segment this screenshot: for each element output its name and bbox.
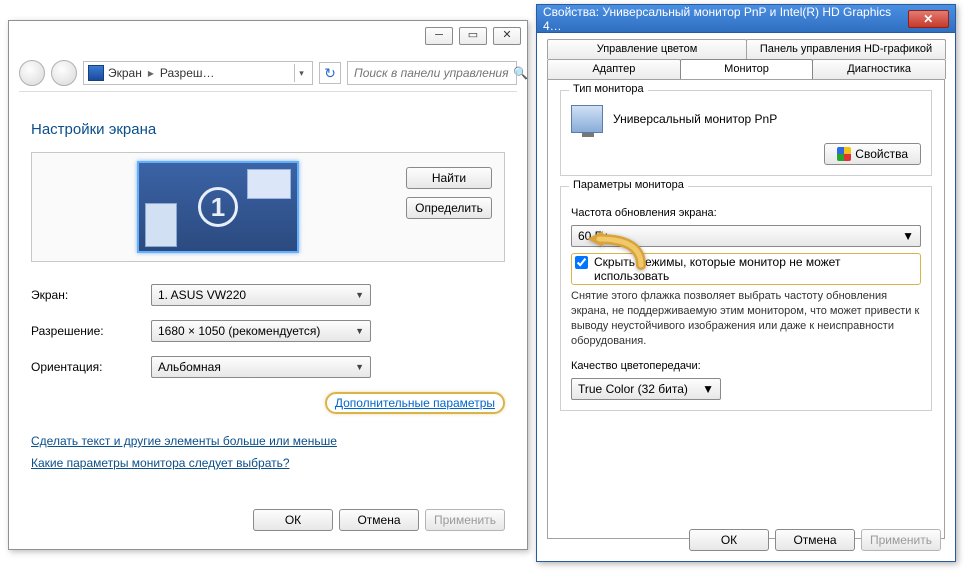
apply-button[interactable]: Применить: [861, 529, 941, 551]
preview-window-2: [145, 203, 177, 247]
window-title: Свойства: Универсальный монитор PnP и In…: [543, 5, 908, 33]
monitor-params-legend: Параметры монитора: [569, 179, 688, 191]
chevron-down-icon: ▼: [702, 382, 714, 396]
which-params-link[interactable]: Какие параметры монитора следует выбрать…: [31, 456, 290, 470]
color-quality-dropdown[interactable]: True Color (32 бита) ▼: [571, 378, 721, 400]
maximize-button[interactable]: ▭: [459, 27, 487, 45]
shield-icon: [837, 147, 851, 161]
address-bar: Экран ▸ Разреш… ▾ ↻ 🔍: [19, 59, 517, 87]
search-input[interactable]: [352, 65, 513, 81]
minimize-button[interactable]: ─: [425, 27, 453, 45]
chevron-down-icon: ▼: [355, 290, 364, 300]
dialog-buttons: ОК Отмена Применить: [253, 509, 505, 531]
close-button[interactable]: ✕: [493, 27, 521, 45]
monitor-name: Универсальный монитор PnP: [613, 112, 777, 126]
display-settings-window: ─ ▭ ✕ Экран ▸ Разреш… ▾ ↻ 🔍 Настройки эк…: [8, 20, 528, 550]
find-button[interactable]: Найти: [406, 167, 492, 189]
monitor-preview-zone: 1 Найти Определить: [31, 152, 505, 262]
nav-back-button[interactable]: [19, 60, 45, 86]
chevron-down-icon: ▼: [355, 326, 364, 336]
display-value: 1. ASUS VW220: [158, 288, 246, 302]
properties-button[interactable]: Свойства: [824, 143, 921, 165]
tab-color-management[interactable]: Управление цветом: [547, 39, 747, 59]
search-icon[interactable]: 🔍: [513, 66, 527, 80]
page-title: Настройки экрана: [31, 121, 505, 138]
text-size-link[interactable]: Сделать текст и другие элементы больше и…: [31, 434, 337, 448]
orientation-label: Ориентация:: [31, 360, 151, 374]
display-dropdown[interactable]: 1. ASUS VW220 ▼: [151, 284, 371, 306]
tab-intel-hd-panel[interactable]: Панель управления HD-графикой Intel(R): [746, 39, 946, 59]
monitor-icon: [571, 105, 603, 133]
ok-button[interactable]: ОК: [253, 509, 333, 531]
monitor-params-group: Параметры монитора Частота обновления эк…: [560, 186, 932, 411]
preview-window-1: [247, 169, 291, 199]
resolution-dropdown[interactable]: 1680 × 1050 (рекомендуется) ▼: [151, 320, 371, 342]
ok-button[interactable]: ОК: [689, 529, 769, 551]
tab-row-1: Управление цветом Панель управления HD-г…: [537, 33, 955, 79]
divider: [19, 91, 517, 92]
title-bar: Свойства: Универсальный монитор PnP и In…: [537, 5, 955, 33]
advanced-settings-link[interactable]: Дополнительные параметры: [325, 392, 505, 414]
dialog-buttons: ОК Отмена Применить: [689, 529, 941, 551]
hide-modes-row: Скрыть режимы, которые монитор не может …: [571, 253, 921, 285]
orientation-dropdown[interactable]: Альбомная ▼: [151, 356, 371, 378]
search-box: 🔍: [347, 61, 517, 85]
monitor-tab-panel: Тип монитора Универсальный монитор PnP С…: [547, 79, 945, 539]
monitor-number: 1: [198, 187, 238, 227]
properties-label: Свойства: [855, 147, 908, 161]
orientation-value: Альбомная: [158, 360, 221, 374]
display-label: Экран:: [31, 288, 151, 302]
hide-modes-explain: Снятие этого флажка позволяет выбрать ча…: [571, 289, 921, 348]
detect-button[interactable]: Определить: [406, 197, 492, 219]
resolution-label: Разрешение:: [31, 324, 151, 338]
monitor-preview[interactable]: 1: [137, 161, 299, 253]
apply-button[interactable]: Применить: [425, 509, 505, 531]
chevron-down-icon: ▼: [355, 362, 364, 372]
resolution-value: 1680 × 1050 (рекомендуется): [158, 324, 320, 338]
tab-diagnostics[interactable]: Диагностика: [812, 59, 946, 79]
monitor-properties-window: Свойства: Универсальный монитор PnP и In…: [536, 4, 956, 562]
tab-monitor[interactable]: Монитор: [680, 59, 814, 79]
hide-modes-checkbox[interactable]: [575, 256, 588, 269]
monitor-type-group: Тип монитора Универсальный монитор PnP С…: [560, 90, 932, 176]
breadcrumb-current[interactable]: Разреш…: [160, 66, 215, 80]
refresh-rate-dropdown[interactable]: 60 Гц ▼: [571, 225, 921, 247]
tab-adapter[interactable]: Адаптер: [547, 59, 681, 79]
close-button[interactable]: ✕: [908, 10, 949, 28]
content-area: Настройки экрана 1 Найти Определить Экра…: [31, 121, 505, 531]
refresh-button[interactable]: ↻: [319, 62, 341, 84]
refresh-rate-value: 60 Гц: [578, 229, 608, 243]
color-quality-label: Качество цветопередачи:: [571, 360, 921, 372]
chevron-right-icon: ▸: [146, 66, 156, 80]
monitor-type-legend: Тип монитора: [569, 83, 648, 95]
chevron-down-icon: ▼: [902, 229, 914, 243]
breadcrumb-root[interactable]: Экран: [108, 66, 142, 80]
hide-modes-label: Скрыть режимы, которые монитор не может …: [594, 255, 917, 283]
window-controls: ─ ▭ ✕: [425, 27, 521, 45]
nav-forward-button[interactable]: [51, 60, 77, 86]
breadcrumb-dropdown[interactable]: ▾: [294, 64, 308, 82]
cancel-button[interactable]: Отмена: [775, 529, 855, 551]
color-quality-value: True Color (32 бита): [578, 382, 688, 396]
refresh-rate-label: Частота обновления экрана:: [571, 207, 921, 219]
breadcrumb[interactable]: Экран ▸ Разреш… ▾: [83, 61, 313, 85]
cancel-button[interactable]: Отмена: [339, 509, 419, 531]
display-icon: [88, 65, 104, 81]
